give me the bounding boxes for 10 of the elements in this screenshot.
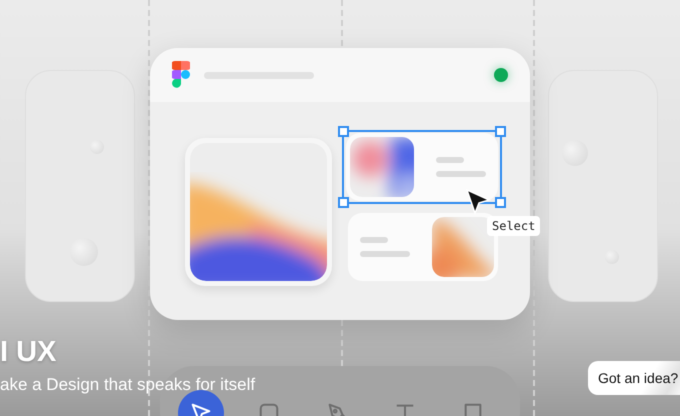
logo-icon	[172, 61, 190, 89]
text-placeholder-bar	[360, 251, 410, 257]
text-placeholder-bar	[436, 157, 464, 163]
text-placeholder-bar	[360, 237, 388, 243]
hero-subtitle: ake a Design that speaks for itself	[0, 375, 256, 395]
hero-heading: I UX	[0, 336, 56, 369]
tooltip: Select	[487, 216, 540, 236]
text-placeholder-bar	[436, 171, 486, 177]
idea-button[interactable]: Got an idea?	[588, 361, 680, 395]
status-dot	[494, 68, 508, 82]
